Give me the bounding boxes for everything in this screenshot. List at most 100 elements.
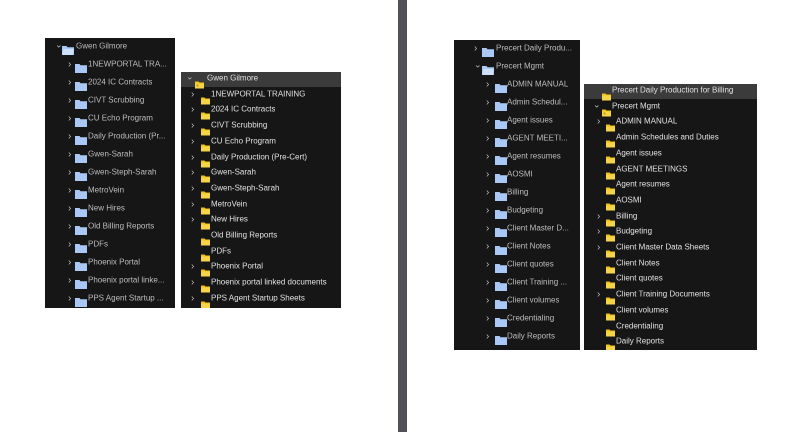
tree-item[interactable]: › Admin Schedul...: [454, 94, 580, 112]
tree-item[interactable]: ⌄ Precert Mgmt: [454, 58, 580, 76]
chevron-right-icon[interactable]: ›: [68, 60, 71, 70]
tree-item[interactable]: ⌄ Gwen Gilmore: [45, 38, 175, 56]
chevron-right-icon[interactable]: ›: [68, 294, 71, 304]
tree-item[interactable]: › Client volumes: [454, 292, 580, 310]
tree-item[interactable]: › Billing: [454, 184, 580, 202]
tree-item[interactable]: › Daily Production (Pr...: [45, 128, 175, 146]
chevron-down-icon[interactable]: ⌄: [593, 100, 601, 109]
chevron-right-icon[interactable]: ›: [486, 242, 489, 252]
tree-item[interactable]: Credentialing: [584, 319, 757, 336]
tree-item[interactable]: › Phoenix portal linke...: [45, 272, 175, 290]
tree-item[interactable]: › Agent resumes: [454, 148, 580, 166]
chevron-right-icon[interactable]: ›: [486, 314, 489, 324]
tree-item[interactable]: › Budgeting: [454, 202, 580, 220]
tree-item[interactable]: › Phoenix Portal: [45, 254, 175, 272]
chevron-right-icon[interactable]: ›: [68, 96, 71, 106]
tree-item[interactable]: › Agent issues: [454, 112, 580, 130]
chevron-right-icon[interactable]: ›: [486, 134, 489, 144]
tree-item[interactable]: Client volumes: [584, 303, 757, 321]
tree-item[interactable]: › 2024 IC Contracts: [181, 103, 341, 120]
chevron-right-icon[interactable]: ›: [486, 188, 489, 198]
tree-item[interactable]: › 1NEWPORTAL TRA...: [45, 56, 175, 74]
chevron-right-icon[interactable]: ›: [486, 80, 489, 90]
tree-item[interactable]: Daily Reports: [584, 335, 757, 350]
chevron-right-icon[interactable]: ›: [191, 199, 194, 210]
tree-item[interactable]: › AGENT MEETI...: [454, 130, 580, 148]
tree-item[interactable]: › AOSMI: [454, 166, 580, 184]
tree-item[interactable]: Client Notes: [584, 256, 757, 274]
chevron-right-icon[interactable]: ›: [191, 136, 194, 147]
tree-item[interactable]: Old Billing Reports: [181, 229, 341, 246]
chevron-right-icon[interactable]: ›: [597, 211, 600, 222]
tree-item[interactable]: › Client Notes: [454, 238, 580, 256]
tree-item[interactable]: ⌄ Precert Mgmt: [584, 99, 757, 117]
chevron-right-icon[interactable]: ›: [191, 215, 194, 225]
chevron-right-icon[interactable]: ›: [597, 290, 600, 300]
tree-item[interactable]: Agent resumes: [584, 178, 757, 195]
tree-item[interactable]: › PDFs: [45, 236, 175, 254]
chevron-right-icon[interactable]: ›: [68, 168, 71, 178]
chevron-right-icon[interactable]: ›: [486, 116, 489, 126]
tree-item[interactable]: › Billing: [584, 209, 757, 227]
tree-item[interactable]: Client quotes: [584, 272, 757, 289]
chevron-right-icon[interactable]: ›: [191, 278, 194, 288]
chevron-right-icon[interactable]: ›: [486, 98, 489, 108]
chevron-right-icon[interactable]: ›: [68, 276, 71, 286]
tree-item[interactable]: › Gwen-Steph-Sarah: [181, 181, 341, 199]
chevron-right-icon[interactable]: ›: [68, 132, 71, 142]
tree-item[interactable]: › PPS Agent Startup ...: [45, 290, 175, 308]
tree-item[interactable]: › CIVT Scrubbing: [45, 92, 175, 110]
chevron-right-icon[interactable]: ›: [68, 186, 71, 196]
tree-item[interactable]: › New Hires: [181, 213, 341, 230]
chevron-right-icon[interactable]: ›: [191, 262, 194, 272]
tree-item[interactable]: › Phoenix Portal: [181, 260, 341, 277]
chevron-right-icon[interactable]: ›: [597, 227, 600, 237]
tree-item[interactable]: › Daily Production (Pre-Cert): [181, 150, 341, 167]
chevron-right-icon[interactable]: ›: [474, 44, 477, 54]
chevron-right-icon[interactable]: ›: [486, 152, 489, 162]
chevron-right-icon[interactable]: ›: [486, 224, 489, 234]
tree-item[interactable]: › Old Billing Reports: [45, 218, 175, 236]
chevron-right-icon[interactable]: ›: [486, 260, 489, 270]
tree-item[interactable]: › 1NEWPORTAL TRAINING: [181, 87, 341, 105]
tree-item[interactable]: › Client Training Documents: [584, 288, 757, 305]
tree-item[interactable]: › Client Master D...: [454, 220, 580, 238]
tree-item[interactable]: › ADMIN MANUAL: [454, 76, 580, 94]
tree-item[interactable]: › MetroVein: [181, 197, 341, 215]
tree-item[interactable]: › MetroVein: [45, 182, 175, 200]
chevron-right-icon[interactable]: ›: [486, 206, 489, 216]
chevron-right-icon[interactable]: ›: [68, 114, 71, 124]
tree-item[interactable]: Agent issues: [584, 146, 757, 164]
chevron-right-icon[interactable]: ›: [191, 183, 194, 194]
tree-item[interactable]: › Client Master Data Sheets: [584, 241, 757, 258]
tree-item[interactable]: › Gwen-Steph-Sarah: [45, 164, 175, 182]
chevron-right-icon[interactable]: ›: [191, 168, 194, 178]
tree-item[interactable]: › Client Training ...: [454, 274, 580, 292]
chevron-right-icon[interactable]: ›: [68, 258, 71, 268]
tree-item[interactable]: › Credentialing: [454, 310, 580, 328]
tree-item[interactable]: › Gwen-Sarah: [45, 146, 175, 164]
tree-item[interactable]: AGENT MEETINGS: [584, 162, 757, 179]
tree-item[interactable]: › Daily Reports: [454, 328, 580, 346]
tree-item[interactable]: › CU Echo Program: [45, 110, 175, 128]
tree-item[interactable]: › Precert Daily Produ...: [454, 40, 580, 58]
chevron-right-icon[interactable]: ›: [486, 332, 489, 342]
tree-item[interactable]: › New Hires: [45, 200, 175, 218]
chevron-right-icon[interactable]: ›: [486, 170, 489, 180]
chevron-right-icon[interactable]: ›: [191, 152, 194, 163]
tree-item[interactable]: › Budgeting: [584, 225, 757, 242]
chevron-right-icon[interactable]: ›: [191, 105, 194, 115]
tree-item[interactable]: › CIVT Scrubbing: [181, 119, 341, 136]
tree-item[interactable]: Precert Daily Production for Billing: [584, 84, 757, 101]
chevron-right-icon[interactable]: ›: [191, 89, 194, 100]
chevron-right-icon[interactable]: ›: [68, 204, 71, 214]
chevron-right-icon[interactable]: ›: [68, 150, 71, 160]
chevron-right-icon[interactable]: ›: [597, 117, 600, 127]
tree-item[interactable]: › Phoenix portal linked documents: [181, 276, 341, 293]
tree-item[interactable]: › CU Echo Program: [181, 134, 341, 152]
chevron-right-icon[interactable]: ›: [486, 278, 489, 288]
chevron-right-icon[interactable]: ›: [191, 293, 194, 304]
chevron-right-icon[interactable]: ›: [597, 243, 600, 253]
tree-item[interactable]: PDFs: [181, 244, 341, 262]
chevron-right-icon[interactable]: ›: [68, 78, 71, 88]
